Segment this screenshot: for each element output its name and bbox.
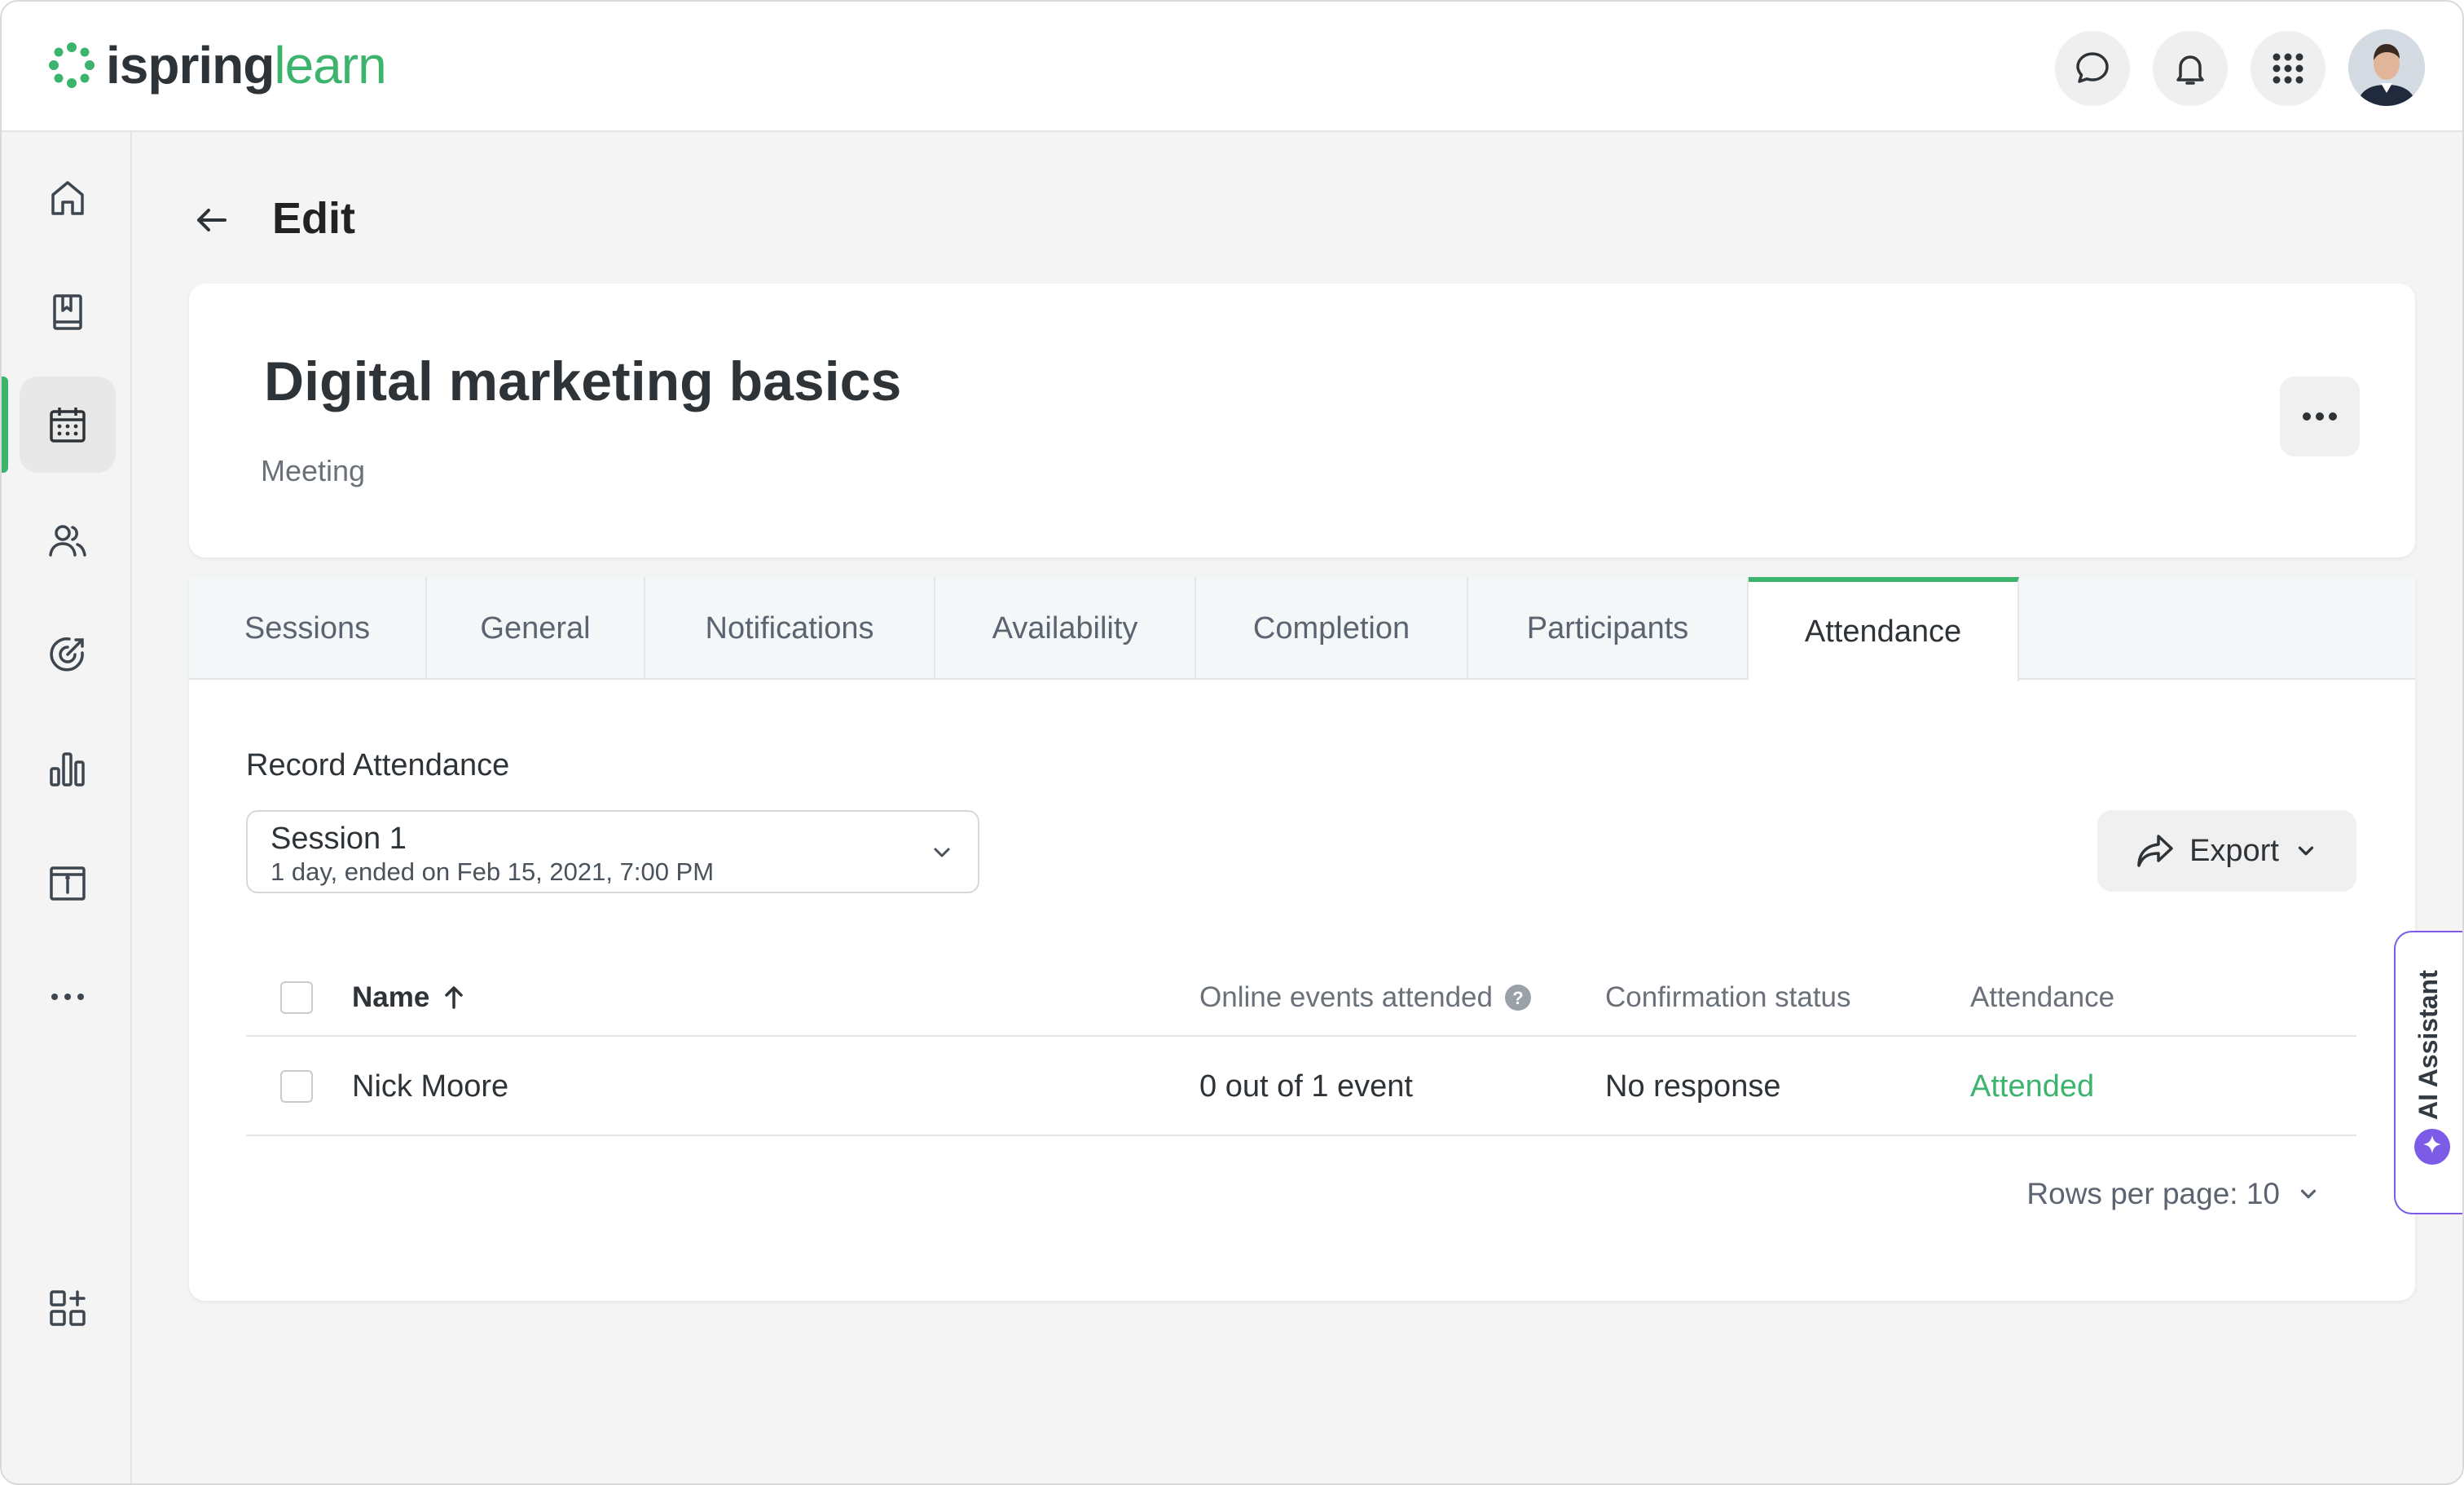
arrow-left-icon xyxy=(197,209,227,231)
tab-bar: Sessions General Notifications Availabil… xyxy=(189,577,2415,681)
book-icon xyxy=(53,294,82,330)
attendance-status-value[interactable]: Attended xyxy=(1970,1037,2094,1136)
apps-button[interactable] xyxy=(2251,31,2325,106)
tab-general[interactable]: General xyxy=(427,577,645,680)
more-options-button[interactable] xyxy=(2280,377,2360,456)
sidebar-item-info[interactable] xyxy=(20,835,116,931)
add-widget-icon xyxy=(50,1290,86,1326)
sparkle-icon xyxy=(2414,1129,2450,1165)
participant-name: Nick Moore xyxy=(352,1069,509,1104)
chevron-down-icon xyxy=(934,848,950,857)
content-panel: Sessions General Notifications Availabil… xyxy=(189,577,2415,1301)
logo-mark-icon xyxy=(49,42,95,88)
page-title: Edit xyxy=(272,194,355,243)
sidebar-item-library[interactable] xyxy=(20,264,116,360)
sidebar-item-reports[interactable] xyxy=(20,720,116,817)
sidebar-item-home[interactable] xyxy=(20,150,116,246)
tab-attendance[interactable]: Attendance xyxy=(1749,577,2019,681)
online-events-value: 0 out of 1 event xyxy=(1199,1069,1413,1104)
app-window: ispringlearn Edit Digital marketing basi… xyxy=(0,0,2464,1485)
logo-word-ispring: ispring xyxy=(106,36,275,95)
tab-completion[interactable]: Completion xyxy=(1196,577,1468,680)
ai-assistant-label: AI Assistant xyxy=(2413,970,2443,1120)
confirmation-column-header: Confirmation status xyxy=(1605,981,1851,1013)
chevron-down-icon xyxy=(2298,846,2314,856)
rows-per-page-label: Rows per page: 10 xyxy=(2026,1177,2280,1210)
select-all-checkbox[interactable] xyxy=(280,981,313,1014)
logo-word-learn: learn xyxy=(274,36,386,95)
active-indicator xyxy=(2,377,8,473)
tab-sessions[interactable]: Sessions xyxy=(189,577,427,680)
tab-participants[interactable]: Participants xyxy=(1468,577,1749,680)
sidebar-nav xyxy=(2,132,132,1483)
course-type: Meeting xyxy=(261,454,366,487)
sidebar-item-calendar[interactable] xyxy=(20,377,116,473)
sidebar-item-add-widget[interactable] xyxy=(20,1260,116,1356)
more-horizontal-icon xyxy=(51,994,84,1000)
notifications-button[interactable] xyxy=(2153,31,2228,106)
top-bar: ispringlearn xyxy=(2,2,2462,132)
course-title: Digital marketing basics xyxy=(264,350,902,412)
session-detail: 1 day, ended on Feb 15, 2021, 7:00 PM xyxy=(271,857,715,886)
name-column-header[interactable]: Name xyxy=(352,958,465,1037)
chevron-down-icon xyxy=(2300,1189,2317,1199)
info-board-icon xyxy=(50,866,86,901)
chat-icon xyxy=(2076,52,2109,83)
users-icon xyxy=(49,525,86,557)
apps-grid-icon xyxy=(2273,53,2303,84)
bell-icon xyxy=(2176,55,2204,85)
user-avatar[interactable] xyxy=(2348,29,2425,106)
svg-text:?: ? xyxy=(1512,988,1523,1008)
sort-ascending-icon xyxy=(445,986,464,1009)
table-header: Name Online events attended ? Confirmati… xyxy=(246,958,2356,1037)
export-button[interactable]: Export xyxy=(2097,810,2356,892)
online-events-column-header: Online events attended ? xyxy=(1199,958,1532,1037)
calendar-icon xyxy=(50,408,86,443)
record-attendance-label: Record Attendance xyxy=(246,748,510,782)
home-icon xyxy=(51,181,84,215)
table-row[interactable]: Nick Moore 0 out of 1 event No response … xyxy=(246,1037,2356,1136)
session-select[interactable]: Session 1 1 day, ended on Feb 15, 2021, … xyxy=(246,810,979,893)
ellipsis-icon xyxy=(2303,412,2337,421)
tab-notifications[interactable]: Notifications xyxy=(645,577,935,680)
attendance-column-header: Attendance xyxy=(1970,981,2115,1013)
chat-button[interactable] xyxy=(2055,31,2130,106)
sidebar-item-goals[interactable] xyxy=(20,606,116,703)
ispring-learn-logo[interactable]: ispringlearn xyxy=(47,31,387,99)
back-button[interactable] xyxy=(187,196,236,245)
sidebar-item-users[interactable] xyxy=(20,492,116,588)
target-icon xyxy=(50,637,84,672)
name-header-label: Name xyxy=(352,981,430,1013)
export-label: Export xyxy=(2189,833,2279,868)
share-arrow-icon xyxy=(2137,835,2173,867)
confirmation-status-value: No response xyxy=(1605,1069,1781,1104)
bar-chart-icon xyxy=(50,752,85,787)
session-name: Session 1 xyxy=(271,822,407,856)
row-checkbox[interactable] xyxy=(280,1070,313,1103)
help-icon[interactable]: ? xyxy=(1504,984,1532,1011)
tab-availability[interactable]: Availability xyxy=(935,577,1196,680)
rows-per-page-select[interactable]: Rows per page: 10 xyxy=(2026,1177,2321,1211)
course-header-card: Digital marketing basics Meeting xyxy=(189,284,2415,557)
ai-assistant-tab[interactable]: AI Assistant xyxy=(2394,931,2462,1214)
online-events-header-label: Online events attended xyxy=(1199,981,1493,1013)
sidebar-item-more[interactable] xyxy=(20,949,116,1045)
avatar-photo-icon xyxy=(2348,29,2425,106)
